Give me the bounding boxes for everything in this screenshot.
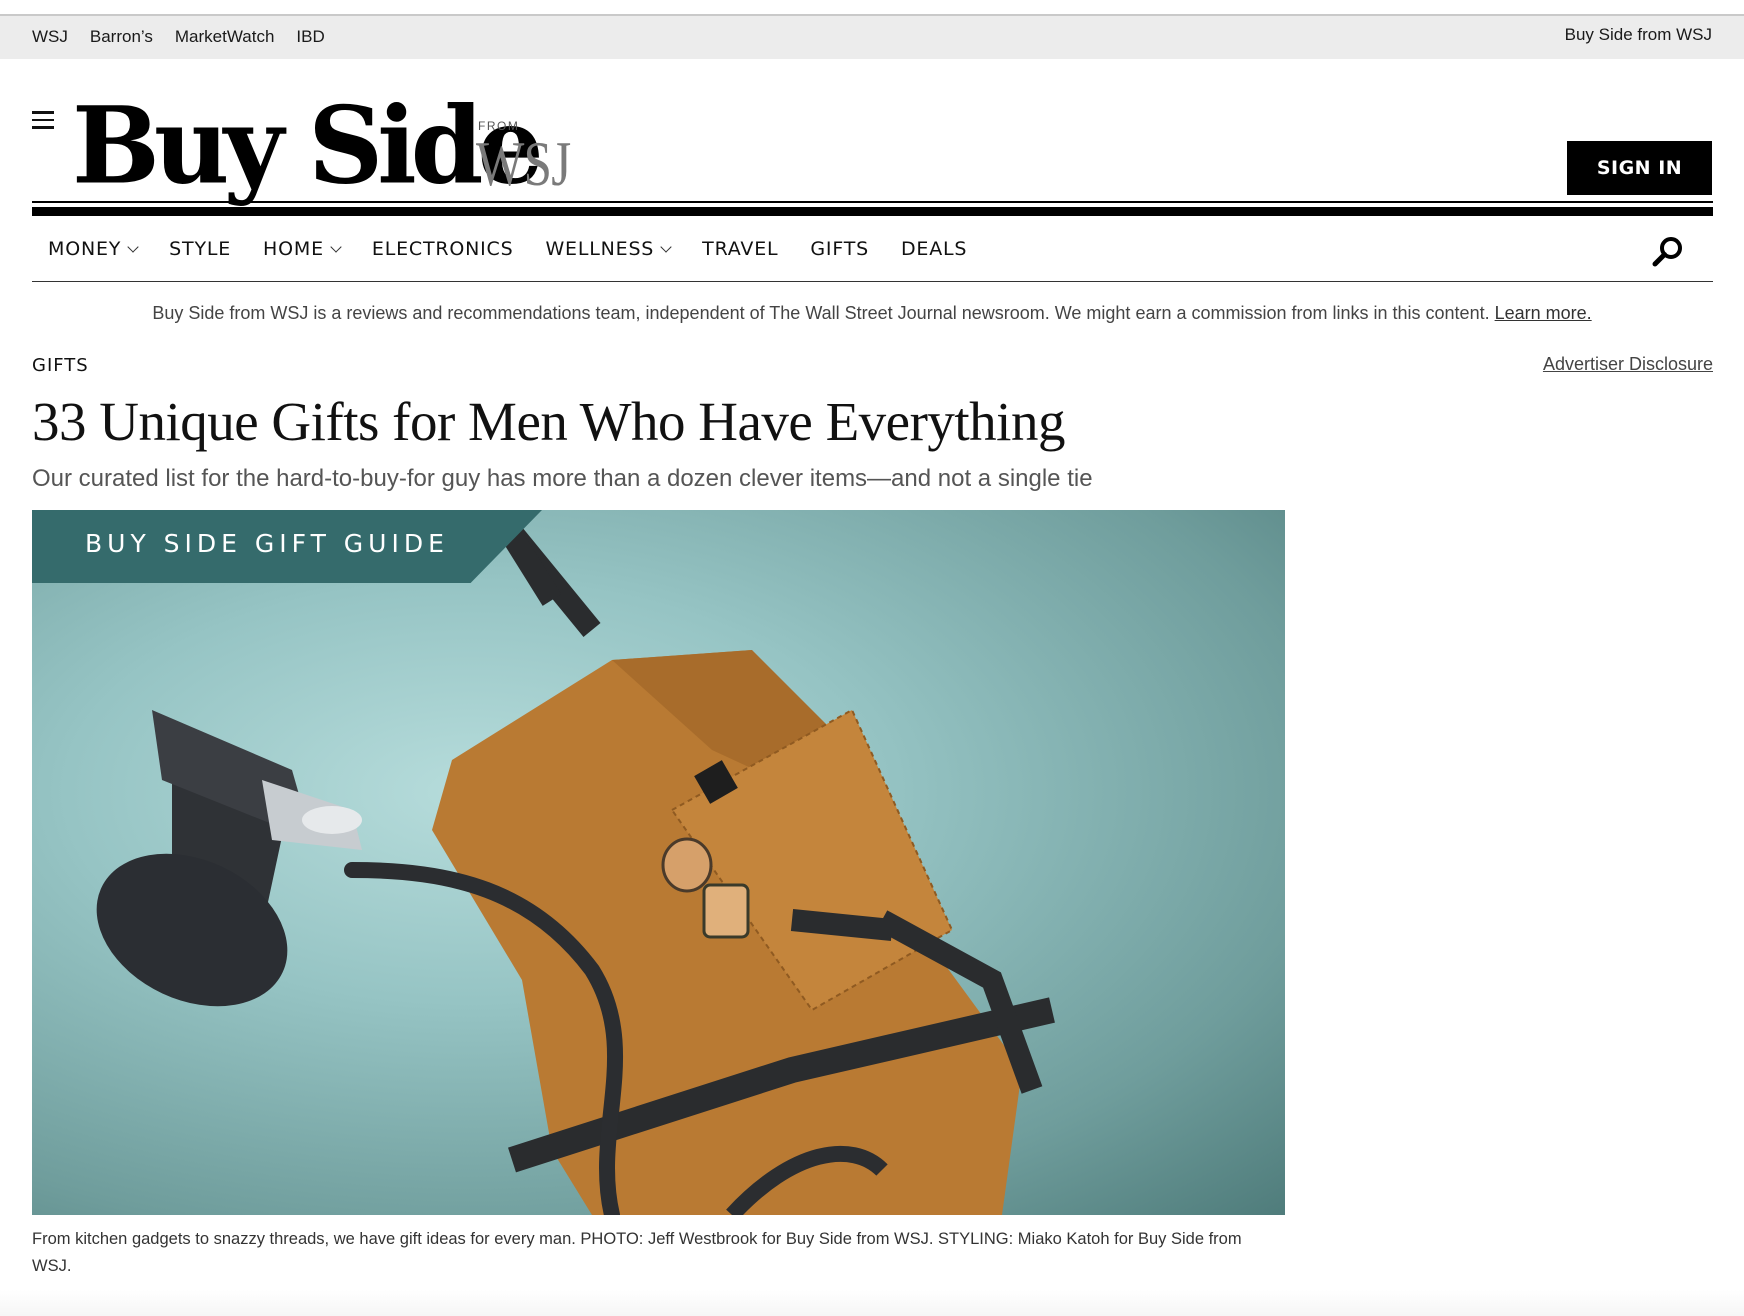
chevron-down-icon	[127, 241, 139, 253]
disclaimer-text: Buy Side from WSJ is a reviews and recom…	[152, 303, 1490, 323]
nav-item-gifts[interactable]: GIFTS	[810, 238, 869, 260]
nav-item-travel[interactable]: TRAVEL	[702, 238, 778, 260]
nav-item-label: DEALS	[900, 238, 968, 260]
network-bar: WSJ Barron’s MarketWatch IBD Buy Side fr…	[0, 16, 1744, 59]
site-link-wsj[interactable]: WSJ	[32, 27, 68, 47]
gift-guide-banner-text: BUY SIDE GIFT GUIDE	[85, 529, 449, 558]
chevron-down-icon	[660, 241, 672, 253]
header-rule-thick	[32, 207, 1713, 216]
nav-item-label: GIFTS	[810, 238, 869, 260]
site-link-barrons[interactable]: Barron’s	[90, 27, 153, 47]
hero-illustration	[96, 510, 1055, 1215]
article-dek: Our curated list for the hard-to-buy-for…	[32, 465, 1093, 492]
hero-image: BUY SIDE GIFT GUIDE	[32, 510, 1285, 1215]
nav-item-label: STYLE	[169, 238, 232, 260]
site-link-marketwatch[interactable]: MarketWatch	[175, 27, 275, 47]
nav-item-deals[interactable]: DEALS	[901, 238, 967, 260]
nav-item-label: MONEY	[48, 238, 122, 260]
nav-item-label: TRAVEL	[702, 238, 779, 260]
nav-item-wellness[interactable]: WELLNESS	[545, 238, 672, 260]
logo-wordmark: Buy Side	[72, 82, 544, 209]
article-headline: 33 Unique Gifts for Men Who Have Everyth…	[32, 391, 1065, 452]
hamburger-icon[interactable]	[32, 111, 54, 129]
nav-item-home[interactable]: HOME	[263, 238, 342, 260]
nav-item-money[interactable]: MONEY	[48, 238, 139, 260]
network-links: WSJ Barron’s MarketWatch IBD	[32, 27, 325, 47]
buyside-home-link[interactable]: Buy Side from WSJ	[1565, 25, 1712, 45]
buyside-logo[interactable]: Buy Side FROM WSJ	[72, 82, 632, 214]
page-fade	[0, 1290, 1744, 1316]
header-rule-thin	[32, 201, 1713, 203]
nav-item-label: ELECTRONICS	[371, 238, 514, 260]
main-nav: MONEY STYLE HOME ELECTRONICS WELLNESS TR…	[32, 216, 1713, 282]
nav-item-style[interactable]: STYLE	[169, 238, 231, 260]
category-kicker[interactable]: GIFTS	[32, 355, 89, 376]
site-link-ibd[interactable]: IBD	[296, 27, 324, 47]
nav-item-electronics[interactable]: ELECTRONICS	[372, 238, 514, 260]
gift-guide-banner: BUY SIDE GIFT GUIDE	[32, 510, 542, 583]
advertiser-disclosure-link[interactable]: Advertiser Disclosure	[1543, 354, 1713, 375]
affiliate-disclaimer: Buy Side from WSJ is a reviews and recom…	[0, 303, 1744, 324]
search-icon[interactable]	[1651, 235, 1685, 269]
nav-item-label: HOME	[263, 238, 324, 260]
sign-in-button[interactable]: SIGN IN	[1567, 141, 1712, 195]
logo-wsj: WSJ	[476, 128, 571, 199]
photo-caption: From kitchen gadgets to snazzy threads, …	[32, 1230, 1242, 1276]
chevron-down-icon	[330, 241, 342, 253]
nav-item-label: WELLNESS	[545, 238, 655, 260]
learn-more-link[interactable]: Learn more.	[1495, 303, 1592, 323]
